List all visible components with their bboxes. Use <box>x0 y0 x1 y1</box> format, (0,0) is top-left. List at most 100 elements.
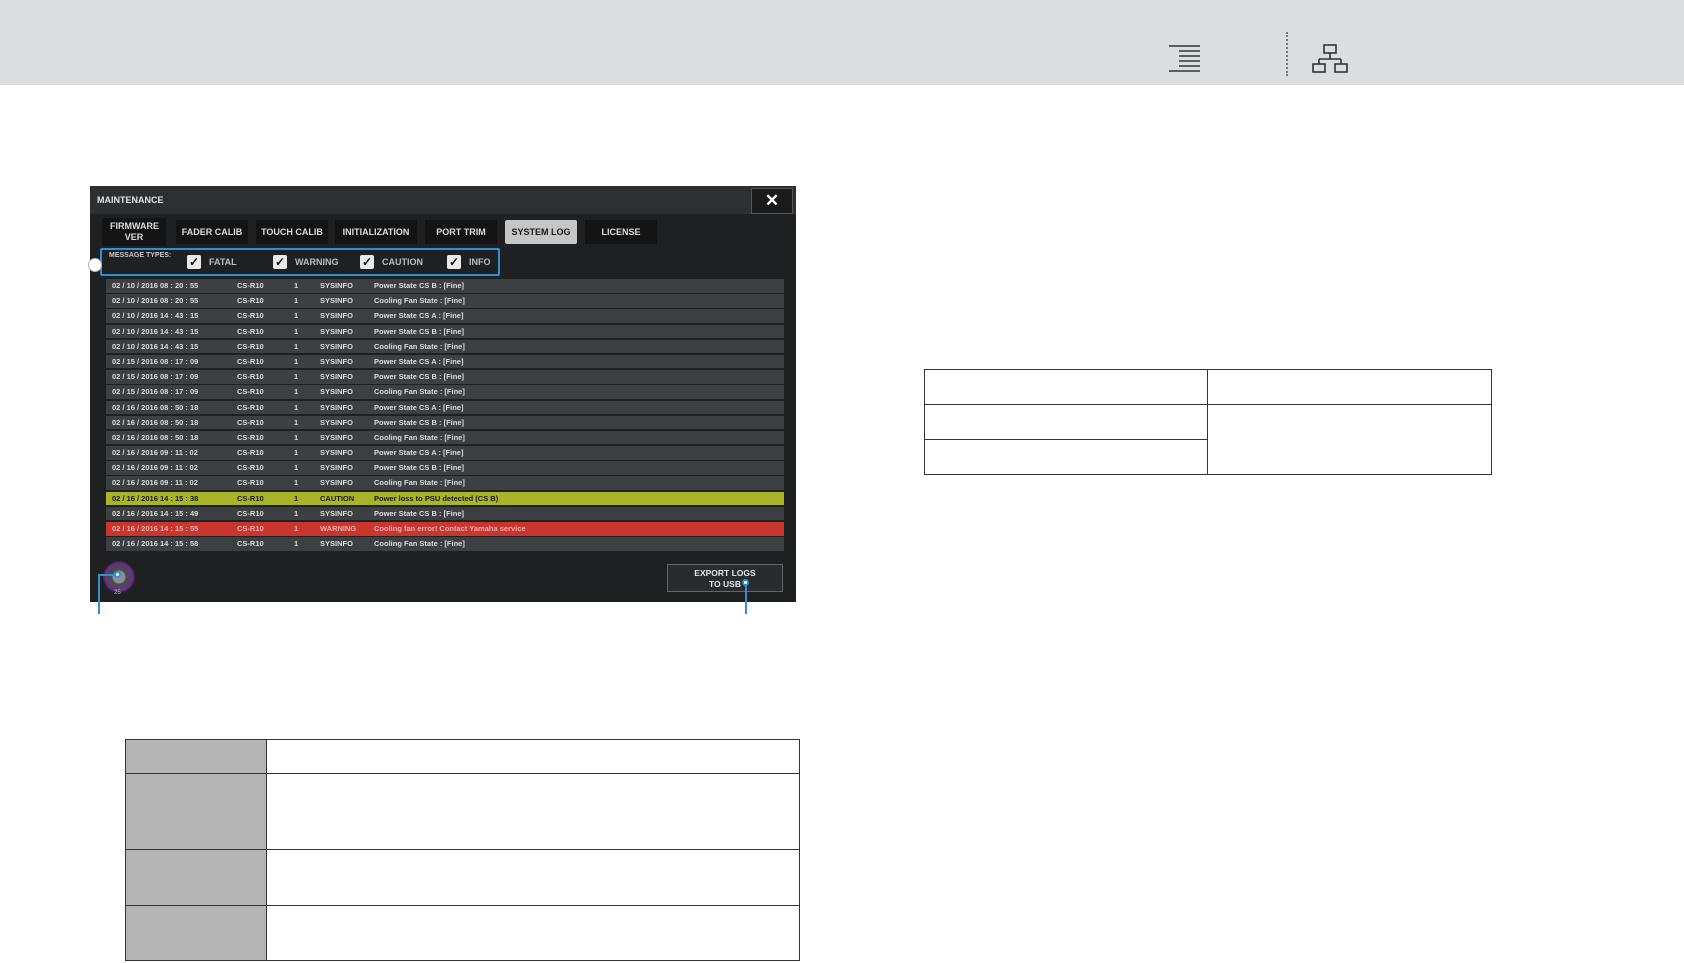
export-label-line1: EXPORT LOGS <box>694 568 756 578</box>
log-message: Power State CS B : [Fine] <box>374 326 465 336</box>
log-row[interactable]: 02 / 15 / 2016 08 : 17 : 09 CS-R10 1 SYSINF… <box>106 370 784 384</box>
log-module: CS-R10 <box>237 356 264 366</box>
tab-fader-calib[interactable]: FADER CALIB <box>176 220 248 244</box>
log-row[interactable]: 02 / 16 / 2016 08 : 50 : 18 CS-R10 1 SYSINF… <box>106 400 784 414</box>
log-datetime: 02 / 15 / 2016 08 : 17 : 09 <box>112 356 199 366</box>
table-row <box>125 773 800 850</box>
log-row[interactable]: 02 / 16 / 2016 08 : 50 : 18 CS-R10 1 SYSINF… <box>106 430 784 445</box>
log-module: CS-R10 <box>237 524 264 533</box>
log-message: Cooling Fan State : [Fine] <box>374 478 465 488</box>
table-row <box>125 849 800 906</box>
log-type: SYSINFO <box>320 432 353 442</box>
log-type: SYSINFO <box>320 478 353 488</box>
log-row[interactable]: 02 / 16 / 2016 14 : 15 : 55 CS-R10 1 WARNIN… <box>106 522 784 536</box>
table-header-cell <box>125 739 267 774</box>
system-log-list[interactable]: 02 / 10 / 2016 08 : 20 : 55 CS-R10 1 SYSINF… <box>106 279 784 552</box>
tab-label: FIRMWARE VER <box>110 221 159 242</box>
log-type: SYSINFO <box>320 387 353 397</box>
log-module: CS-R10 <box>237 311 264 321</box>
log-datetime: 02 / 16 / 2016 08 : 50 : 18 <box>112 432 199 442</box>
log-number: 1 <box>294 402 299 412</box>
log-datetime: 02 / 15 / 2016 08 : 17 : 09 <box>112 372 199 382</box>
log-type: SYSINFO <box>320 539 353 549</box>
log-message: Cooling Fan State : [Fine] <box>374 539 465 549</box>
tab-touch-calib[interactable]: TOUCH CALIB <box>256 220 328 244</box>
log-type: SYSINFO <box>320 372 353 382</box>
table-cell <box>1207 404 1492 475</box>
log-datetime: 02 / 16 / 2016 09 : 11 : 02 <box>112 463 198 473</box>
log-message: Power State CS A : [Fine] <box>374 402 464 412</box>
log-datetime: 02 / 16 / 2016 08 : 50 : 18 <box>112 402 199 412</box>
log-row[interactable]: 02 / 10 / 2016 08 : 20 : 55 CS-R10 1 SYSINF… <box>106 294 784 308</box>
log-message: Power loss to PSU detected (CS B) <box>374 493 499 503</box>
table-cell <box>924 439 1208 475</box>
log-row[interactable]: 02 / 15 / 2016 08 : 17 : 09 CS-R10 1 SYSINF… <box>106 385 784 399</box>
log-datetime: 02 / 16 / 2016 14 : 15 : 49 <box>112 508 199 518</box>
log-type: SYSINFO <box>320 326 353 336</box>
log-type: SYSINFO <box>320 448 353 458</box>
log-row[interactable]: 02 / 16 / 2016 14 : 15 : 49 CS-R10 1 SYSINF… <box>106 506 784 521</box>
table-cell <box>924 369 1208 405</box>
table-row <box>125 905 800 961</box>
log-number: 1 <box>294 281 299 290</box>
log-message: Power State CS A : [Fine] <box>374 448 464 458</box>
tab-port-trim[interactable]: PORT TRIM <box>425 220 497 244</box>
table-cell <box>266 739 800 774</box>
table-of-contents-icon[interactable] <box>1168 44 1204 72</box>
callout-line <box>745 585 747 614</box>
log-number: 1 <box>294 432 299 442</box>
tab-firmware-ver[interactable]: FIRMWARE VER <box>102 218 166 246</box>
log-datetime: 02 / 10 / 2016 14 : 43 : 15 <box>112 311 199 321</box>
export-logs-button[interactable]: EXPORT LOGS TO USB <box>667 564 783 592</box>
log-datetime: 02 / 16 / 2016 08 : 50 : 18 <box>112 417 199 427</box>
log-module: CS-R10 <box>237 432 264 442</box>
log-message: Power State CS A : [Fine] <box>374 356 464 366</box>
callout-line <box>98 574 100 614</box>
tab-label: INITIALIZATION <box>342 226 410 237</box>
log-type: SYSINFO <box>320 463 353 473</box>
log-number: 1 <box>294 417 299 427</box>
log-number: 1 <box>294 296 299 306</box>
table-row <box>924 404 1492 475</box>
tab-initialization[interactable]: INITIALIZATION <box>335 220 417 244</box>
table-row <box>924 369 1492 405</box>
log-row[interactable]: 02 / 16 / 2016 08 : 50 : 18 CS-R10 1 SYSINF… <box>106 415 784 430</box>
tab-label: PORT TRIM <box>436 226 486 237</box>
log-type: SYSINFO <box>320 417 353 427</box>
log-row[interactable]: 02 / 10 / 2016 08 : 20 : 55 CS-R10 1 SYSINF… <box>106 279 784 293</box>
log-datetime: 02 / 16 / 2016 14 : 15 : 55 <box>112 524 199 533</box>
log-row[interactable]: 02 / 16 / 2016 14 : 15 : 58 CS-R10 1 SYSINF… <box>106 537 784 551</box>
log-row[interactable]: 02 / 10 / 2016 14 : 43 : 15 CS-R10 1 SYSINF… <box>106 324 784 339</box>
log-message: Cooling Fan State : [Fine] <box>374 296 465 306</box>
info-table <box>924 369 1492 475</box>
table-row <box>125 739 800 774</box>
log-row[interactable]: 02 / 16 / 2016 09 : 11 : 02 CS-R10 1 SYSINF… <box>106 446 784 460</box>
log-row[interactable]: 02 / 10 / 2016 14 : 43 : 15 CS-R10 1 SYSINF… <box>106 339 784 354</box>
log-datetime: 02 / 16 / 2016 09 : 11 : 02 <box>112 478 198 488</box>
log-module: CS-R10 <box>237 417 264 427</box>
tab-license[interactable]: LICENSE <box>585 220 657 244</box>
log-number: 1 <box>294 539 299 549</box>
log-message: Cooling fan error! Contact Yamaha servic… <box>374 524 526 533</box>
log-row[interactable]: 02 / 16 / 2016 09 : 11 : 02 CS-R10 1 SYSINF… <box>106 461 784 475</box>
log-type: SYSINFO <box>320 508 353 518</box>
log-message: Power State CS B : [Fine] <box>374 417 465 427</box>
callout-marker <box>88 258 102 272</box>
tab-system-log[interactable]: SYSTEM LOG <box>505 220 577 244</box>
parameter-table <box>125 739 800 961</box>
log-datetime: 02 / 10 / 2016 14 : 43 : 15 <box>112 341 199 351</box>
log-number: 1 <box>294 463 299 473</box>
close-button[interactable]: ✕ <box>751 188 793 214</box>
tab-label: SYSTEM LOG <box>511 226 571 237</box>
log-message: Power State CS B : [Fine] <box>374 372 465 382</box>
hierarchy-icon[interactable] <box>1312 44 1350 74</box>
log-number: 1 <box>294 493 299 503</box>
table-header-cell <box>125 773 267 850</box>
log-row[interactable]: 02 / 10 / 2016 14 : 43 : 15 CS-R10 1 SYSINF… <box>106 309 784 323</box>
log-number: 1 <box>294 341 299 351</box>
log-row[interactable]: 02 / 15 / 2016 08 : 17 : 09 CS-R10 1 SYSINF… <box>106 354 784 369</box>
log-row[interactable]: 02 / 16 / 2016 09 : 11 : 02 CS-R10 1 SYSINF… <box>106 476 784 490</box>
log-row[interactable]: 02 / 16 / 2016 14 : 15 : 38 CS-R10 1 CAUTIO… <box>106 491 784 506</box>
log-number: 1 <box>294 508 299 518</box>
tab-label: TOUCH CALIB <box>261 226 323 237</box>
